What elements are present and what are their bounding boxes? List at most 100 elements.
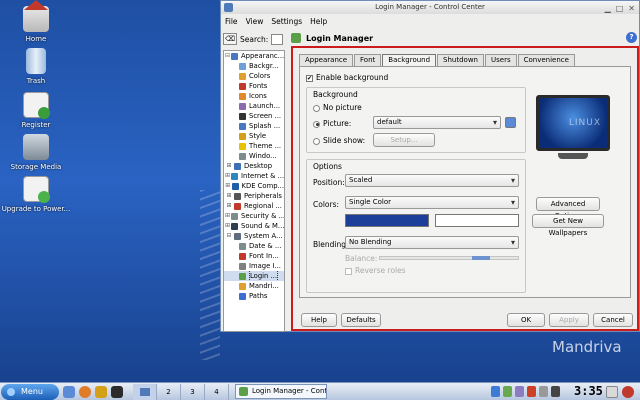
window-app-icon[interactable] bbox=[224, 3, 233, 12]
pager-desktop-4[interactable]: 4 bbox=[205, 383, 229, 400]
tree-item[interactable]: ⊞ Regional ... bbox=[224, 201, 284, 211]
expander-icon[interactable]: ⊞ bbox=[225, 161, 233, 171]
close-icon[interactable]: ✕ bbox=[628, 2, 635, 15]
tree-item[interactable]: Style bbox=[224, 131, 284, 141]
expander-icon[interactable]: ⊟ bbox=[225, 51, 230, 61]
tab-convenience[interactable]: Convenience bbox=[517, 54, 575, 66]
quick-launch-icon[interactable] bbox=[63, 385, 75, 398]
firefox-icon[interactable] bbox=[79, 385, 91, 398]
tree-item[interactable]: ⊟ Appearanc... bbox=[224, 51, 284, 61]
desktop-icon-home[interactable]: Home bbox=[1, 0, 71, 43]
tree-item[interactable]: ⊟ System A... bbox=[224, 231, 284, 241]
desktop-icon-register[interactable]: Register bbox=[1, 92, 71, 129]
taskbar-task-login-manager[interactable]: Login Manager - Contr... bbox=[235, 384, 327, 399]
expander-icon[interactable]: ⊞ bbox=[225, 181, 231, 191]
tab-font[interactable]: Font bbox=[354, 54, 382, 66]
menu-view[interactable]: View bbox=[246, 17, 264, 26]
tree-item[interactable]: ⊞ Internet & ... bbox=[224, 171, 284, 181]
setup-button[interactable]: Setup... bbox=[373, 133, 435, 147]
show-desktop-icon[interactable] bbox=[606, 386, 618, 398]
maximize-icon[interactable]: □ bbox=[616, 2, 624, 15]
colors-select[interactable]: Single Color bbox=[345, 196, 519, 209]
help-button[interactable]: Help bbox=[301, 313, 337, 327]
clock[interactable]: 3:35 bbox=[574, 384, 603, 398]
tree-item[interactable]: ⊞ Desktop bbox=[224, 161, 284, 171]
update-icon[interactable] bbox=[503, 386, 512, 397]
tree-item[interactable]: Icons bbox=[224, 91, 284, 101]
balance-slider-handle[interactable] bbox=[472, 256, 490, 260]
tree-item[interactable]: Login ... bbox=[224, 271, 284, 281]
terminal-icon[interactable] bbox=[111, 385, 123, 398]
no-picture-radio[interactable]: No picture bbox=[313, 103, 362, 112]
desktop-icon-storage-media[interactable]: Storage Media bbox=[1, 134, 71, 171]
picture-radio[interactable]: Picture: bbox=[313, 119, 351, 128]
menu-file[interactable]: File bbox=[225, 17, 238, 26]
desktop-icon-trash[interactable]: Trash bbox=[1, 48, 71, 85]
tree-item[interactable]: ⊞ KDE Comp... bbox=[224, 181, 284, 191]
position-select[interactable]: Scaled bbox=[345, 174, 519, 187]
expander-icon[interactable]: ⊞ bbox=[225, 171, 230, 181]
minimize-icon[interactable]: ▁ bbox=[605, 2, 611, 15]
balance-slider[interactable] bbox=[379, 256, 519, 260]
clipboard-icon[interactable] bbox=[515, 386, 524, 397]
background-group-label: Background bbox=[313, 90, 358, 99]
tree-item[interactable]: ⊞ Peripherals bbox=[224, 191, 284, 201]
tree-item[interactable]: ⊞ Sound & M... bbox=[224, 221, 284, 231]
module-icon bbox=[231, 182, 239, 190]
keyboard-icon[interactable] bbox=[551, 386, 560, 397]
network-icon[interactable] bbox=[491, 386, 500, 397]
menu-settings[interactable]: Settings bbox=[271, 17, 302, 26]
tab-appearance[interactable]: Appearance bbox=[299, 54, 354, 66]
defaults-button[interactable]: Defaults bbox=[341, 313, 381, 327]
alert-icon[interactable] bbox=[527, 386, 536, 397]
tree-item[interactable]: Mandri... bbox=[224, 281, 284, 291]
window-titlebar[interactable]: Login Manager - Control Center ▁ □ ✕ bbox=[221, 1, 639, 14]
pager-desktop-2[interactable]: 2 bbox=[157, 383, 181, 400]
tree-item[interactable]: ⊞ Security & ... bbox=[224, 211, 284, 221]
tab-shutdown[interactable]: Shutdown bbox=[437, 54, 484, 66]
clear-search-button[interactable]: ⌫ bbox=[223, 33, 237, 45]
expander-icon[interactable]: ⊟ bbox=[225, 231, 233, 241]
advanced-options-button[interactable]: Advanced Options bbox=[536, 197, 600, 220]
picture-select[interactable]: default bbox=[373, 116, 501, 129]
expander-icon[interactable]: ⊞ bbox=[225, 201, 233, 211]
tree-item[interactable]: Launch... bbox=[224, 101, 284, 111]
tree-item[interactable]: Splash ... bbox=[224, 121, 284, 131]
tree-item[interactable]: Screen ... bbox=[224, 111, 284, 121]
tree-item[interactable]: Theme ... bbox=[224, 141, 284, 151]
reverse-roles-checkbox[interactable]: Reverse roles bbox=[345, 266, 406, 275]
ok-button[interactable]: OK bbox=[507, 313, 545, 327]
pager-desktop-1[interactable] bbox=[133, 383, 157, 400]
tree-item[interactable]: Font In... bbox=[224, 251, 284, 261]
tab-users[interactable]: Users bbox=[485, 54, 517, 66]
tree-item[interactable]: Windo... bbox=[224, 151, 284, 161]
tree-item[interactable]: Paths bbox=[224, 291, 284, 301]
primary-color-button[interactable] bbox=[345, 214, 429, 227]
logout-icon[interactable] bbox=[622, 386, 634, 398]
cancel-button[interactable]: Cancel bbox=[593, 313, 633, 327]
expander-icon[interactable]: ⊞ bbox=[225, 221, 230, 231]
get-new-wallpapers-button[interactable]: Get New Wallpapers bbox=[532, 214, 604, 237]
menu-button[interactable]: Menu bbox=[1, 383, 59, 400]
tree-item[interactable]: Date & ... bbox=[224, 241, 284, 251]
help-icon[interactable]: ? bbox=[626, 32, 637, 43]
enable-background-checkbox[interactable]: ✔ Enable background bbox=[306, 73, 388, 82]
pager-desktop-3[interactable]: 3 bbox=[181, 383, 205, 400]
menu-help[interactable]: Help bbox=[310, 17, 327, 26]
secondary-color-button[interactable] bbox=[435, 214, 519, 227]
module-tree[interactable]: ⊟ Appearanc... Backgr... Colors Fonts Icons La… bbox=[223, 50, 285, 332]
expander-icon[interactable]: ⊞ bbox=[225, 211, 230, 221]
file-manager-icon[interactable] bbox=[95, 385, 107, 398]
search-input[interactable] bbox=[271, 33, 284, 45]
tree-item[interactable]: Colors bbox=[224, 71, 284, 81]
tree-item[interactable]: Backgr... bbox=[224, 61, 284, 71]
tree-item[interactable]: Fonts bbox=[224, 81, 284, 91]
volume-icon[interactable] bbox=[539, 386, 548, 397]
slide-show-radio[interactable]: Slide show: bbox=[313, 136, 365, 145]
tree-item[interactable]: Image I... bbox=[224, 261, 284, 271]
apply-button[interactable]: Apply bbox=[549, 313, 589, 327]
blending-select[interactable]: No Blending bbox=[345, 236, 519, 249]
browse-picture-icon[interactable] bbox=[505, 117, 516, 128]
desktop-icon-upgrade[interactable]: Upgrade to Power... bbox=[1, 176, 71, 213]
expander-icon[interactable]: ⊞ bbox=[225, 191, 233, 201]
